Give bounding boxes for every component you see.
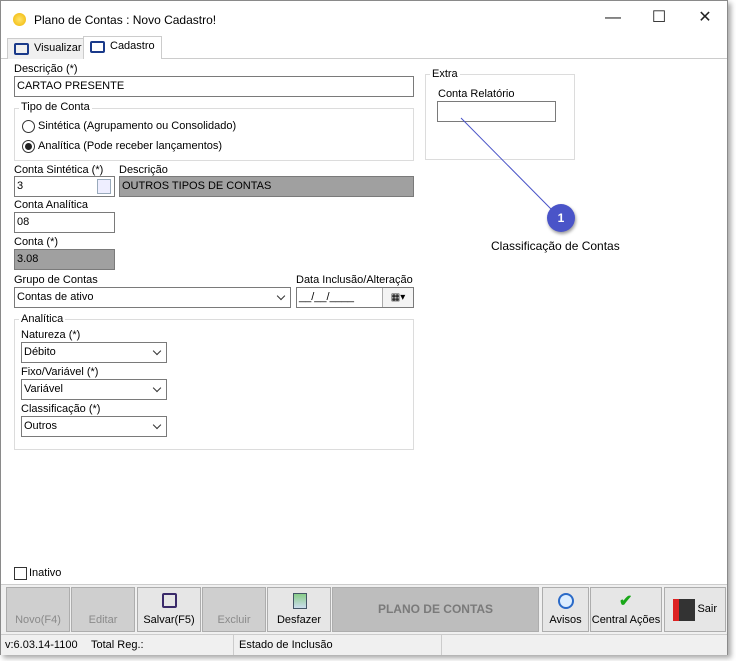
classificacao-label: Classificação (*) [21,403,101,415]
central-acoes-button[interactable]: ✔ Central Ações [590,587,662,632]
button-label: Salvar(F5) [143,614,195,626]
estado-text: Estado de Inclusão [239,639,333,651]
avisos-button[interactable]: Avisos [542,587,589,632]
version-text: v:6.03.14-1100 [5,639,78,651]
callout-line [460,117,552,210]
button-label: Excluir [217,614,251,626]
total-reg-text: Total Reg.: [91,639,144,651]
inativo-checkbox[interactable] [14,567,27,580]
natureza-label: Natureza (*) [21,329,81,341]
button-label: Avisos [549,614,582,626]
classificacao-select[interactable]: Outros [21,416,167,437]
novo-button[interactable]: Novo(F4) [6,587,70,632]
inativo-label: Inativo [29,567,62,579]
sair-button[interactable]: Sair [664,587,726,632]
desfazer-button[interactable]: Desfazer [267,587,331,632]
exit-door-icon [673,599,695,621]
excluir-button[interactable]: Excluir [202,587,266,632]
undo-icon [293,593,307,609]
status-divider [233,635,234,655]
window: Plano de Contas : Novo Cadastro! — ☐ ✕ V… [0,0,728,655]
fixo-select[interactable]: Variável [21,379,167,400]
callout-text: Classificação de Contas [491,239,620,253]
button-label: Sair [697,603,717,615]
button-label: Editar [88,614,118,626]
alarm-clock-icon [558,593,574,609]
button-label: Novo(F4) [15,614,61,626]
save-icon [162,593,177,608]
button-label: Desfazer [276,614,322,626]
checkmark-icon: ✔ [619,593,633,610]
editar-button[interactable]: Editar [71,587,135,632]
callout-badge: 1 [547,204,575,232]
status-bar: v:6.03.14-1100 Total Reg.: Estado de Inc… [1,634,727,655]
module-panel: PLANO DE CONTAS [332,587,539,632]
button-label: Central Ações [591,614,661,626]
fixo-label: Fixo/Variável (*) [21,366,99,378]
analitica-label: Analítica [19,313,66,325]
salvar-button[interactable]: Salvar(F5) [137,587,201,632]
status-divider [441,635,442,655]
natureza-select[interactable]: Débito [21,342,167,363]
